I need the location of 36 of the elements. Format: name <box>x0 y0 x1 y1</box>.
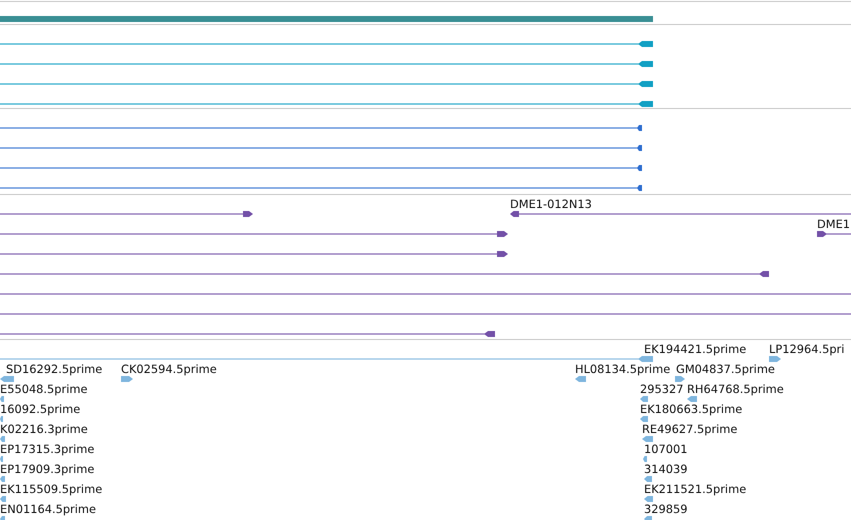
feature-label: HL08134.5prime <box>575 363 670 376</box>
feature-label: EN01164.5prime <box>0 503 96 516</box>
feature-label: 107001 <box>644 443 688 456</box>
feature-label: EK194421.5prime <box>644 343 746 356</box>
feature-arrow[interactable] <box>0 61 653 67</box>
feature-label: 314039 <box>644 463 688 476</box>
feature-label: RH64768.5prime <box>687 383 784 396</box>
feature-label: EK211521.5prime <box>644 483 746 496</box>
feature-arrow[interactable] <box>0 271 769 277</box>
feature-label: EK180663.5prime <box>640 403 742 416</box>
feature-line[interactable] <box>0 311 851 317</box>
feature-label: RE49627.5prime <box>642 423 738 436</box>
feature-label: 295327 <box>640 383 684 396</box>
feature-arrow[interactable] <box>510 211 851 217</box>
feature-label: EK115509.5prime <box>0 483 102 496</box>
feature-label: CK02594.5prime <box>121 363 217 376</box>
feature-arrow[interactable] <box>0 81 653 87</box>
feature-arrow[interactable] <box>0 251 508 257</box>
feature-label: E55048.5prime <box>0 383 88 396</box>
feature-label: DME1-012N13 <box>510 198 592 211</box>
feature-line[interactable] <box>0 291 851 297</box>
feature-arrow[interactable] <box>817 231 851 237</box>
feature-arrow[interactable] <box>0 231 508 237</box>
feature-label: EP17315.3prime <box>0 443 94 456</box>
feature-arrow[interactable] <box>0 331 495 337</box>
feature-label: DME1 <box>817 218 850 231</box>
feature-arrow[interactable] <box>0 101 653 107</box>
feature-label: 329859 <box>644 503 688 516</box>
feature-label: EP17909.3prime <box>0 463 94 476</box>
feature-arrow[interactable] <box>0 211 253 217</box>
feature-label: K02216.3prime <box>0 423 88 436</box>
feature-label: SD16292.5prime <box>6 363 102 376</box>
feature-label: GM04837.5prime <box>676 363 775 376</box>
feature-label: LP12964.5pri <box>769 343 844 356</box>
feature-label: 16092.5prime <box>0 403 80 416</box>
feature-arrow[interactable] <box>0 41 653 47</box>
